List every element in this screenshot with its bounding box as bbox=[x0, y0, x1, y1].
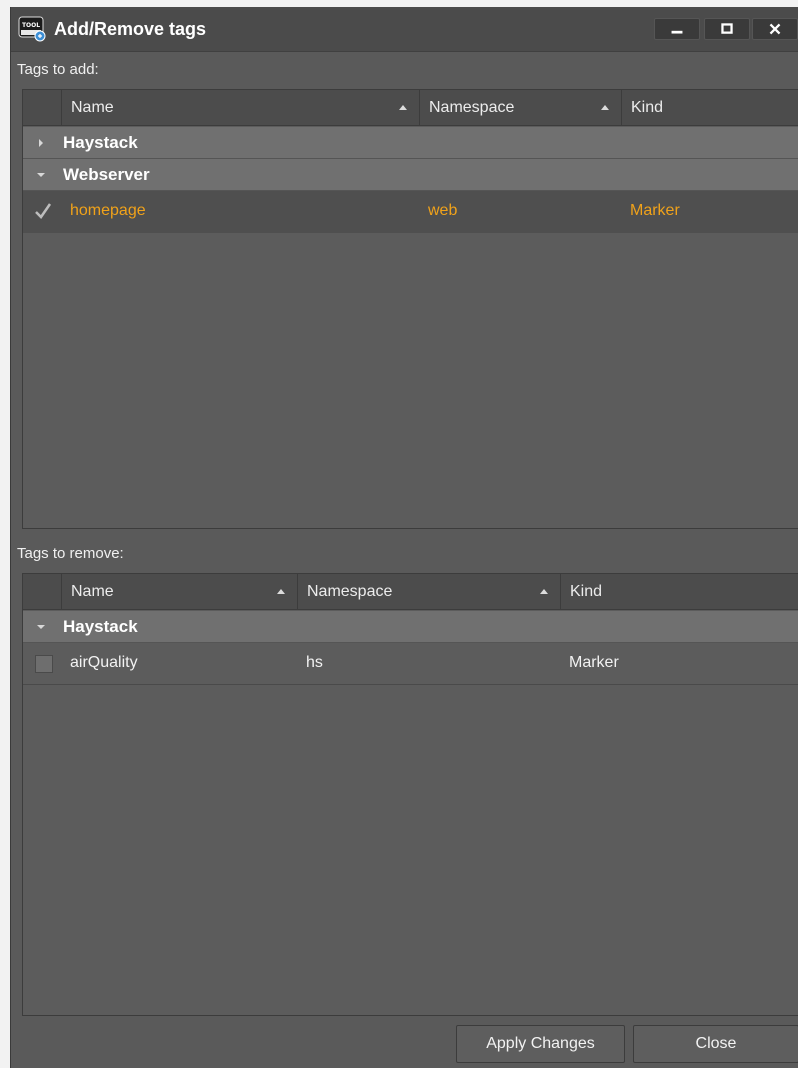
table-header: Name Namespace Kind bbox=[23, 574, 798, 610]
title-bar[interactable]: TOOL Add/Remove tags bbox=[11, 7, 798, 52]
group-row-haystack[interactable]: Haystack bbox=[23, 127, 798, 159]
checkmark-icon[interactable] bbox=[33, 201, 53, 221]
group-label: Webserver bbox=[63, 165, 150, 184]
chevron-down-icon[interactable] bbox=[37, 623, 45, 631]
group-label: Haystack bbox=[63, 133, 138, 152]
minimize-icon bbox=[671, 30, 683, 34]
group-row-webserver[interactable]: Webserver bbox=[23, 159, 798, 191]
minimize-button[interactable] bbox=[654, 18, 700, 40]
maximize-icon bbox=[721, 23, 733, 34]
apply-changes-button[interactable]: Apply Changes bbox=[456, 1025, 625, 1063]
row-checkbox[interactable] bbox=[35, 655, 53, 673]
close-icon bbox=[769, 23, 781, 35]
chevron-right-icon[interactable] bbox=[37, 139, 45, 147]
svg-text:TOOL: TOOL bbox=[22, 22, 40, 29]
sort-ascending-icon bbox=[399, 105, 407, 110]
tags-to-add-table[interactable]: Name Namespace Kind Haystack Webserver h… bbox=[22, 89, 798, 529]
chevron-down-icon[interactable] bbox=[37, 171, 45, 179]
column-header-kind[interactable]: Kind bbox=[560, 574, 798, 610]
column-header-namespace[interactable]: Namespace bbox=[419, 90, 621, 126]
group-row-haystack[interactable]: Haystack bbox=[23, 611, 798, 643]
tags-to-remove-table[interactable]: Name Namespace Kind Haystack airQuality bbox=[22, 573, 798, 1016]
maximize-button[interactable] bbox=[704, 18, 750, 40]
table-header: Name Namespace Kind bbox=[23, 90, 798, 126]
tags-to-add-label: Tags to add: bbox=[17, 61, 99, 78]
window-title: Add/Remove tags bbox=[54, 19, 207, 39]
column-header-name[interactable]: Name bbox=[61, 574, 297, 610]
column-header-namespace[interactable]: Namespace bbox=[297, 574, 560, 610]
tags-to-remove-label: Tags to remove: bbox=[17, 545, 124, 562]
table-row[interactable]: homepage web Marker bbox=[23, 191, 798, 233]
group-label: Haystack bbox=[63, 617, 138, 636]
tool-app-icon: TOOL bbox=[18, 16, 46, 42]
add-remove-tags-dialog: TOOL Add/Remove tags Tags to add: Name N… bbox=[10, 7, 798, 1068]
sort-ascending-icon bbox=[540, 589, 548, 594]
table-row[interactable]: airQuality hs Marker bbox=[23, 643, 798, 685]
column-header-kind[interactable]: Kind bbox=[621, 90, 798, 126]
sort-ascending-icon bbox=[601, 105, 609, 110]
sort-ascending-icon bbox=[277, 589, 285, 594]
column-header-name[interactable]: Name bbox=[61, 90, 419, 126]
close-button[interactable]: Close bbox=[633, 1025, 798, 1063]
close-window-button[interactable] bbox=[752, 18, 798, 40]
